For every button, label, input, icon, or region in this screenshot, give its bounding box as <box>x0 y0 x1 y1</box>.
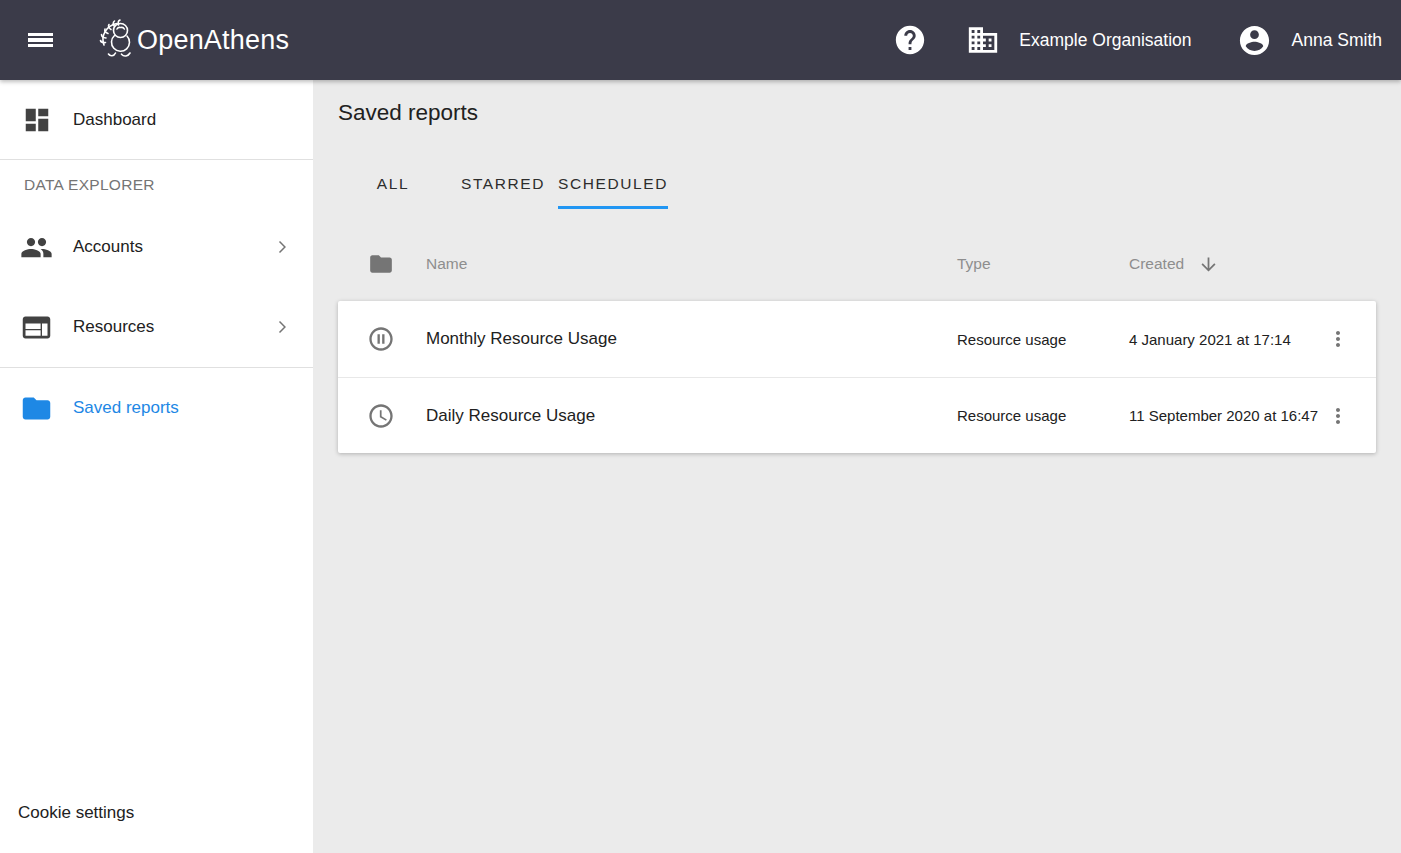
app-bar: OpenAthens Example Organisation Anna Smi… <box>0 0 1401 80</box>
tab-all[interactable]: ALL <box>338 161 448 209</box>
help-icon[interactable] <box>893 23 927 57</box>
column-header-created[interactable]: Created <box>1129 254 1299 275</box>
sidebar-item-label: Resources <box>73 317 154 337</box>
resources-icon <box>20 311 53 344</box>
pause-circle-icon <box>367 325 395 353</box>
sidebar-item-resources[interactable]: Resources <box>0 287 313 367</box>
more-options-icon[interactable] <box>1326 404 1350 428</box>
sidebar-item-label: Dashboard <box>73 110 156 130</box>
organisation-switcher[interactable]: Example Organisation <box>966 23 1191 57</box>
organisation-icon <box>966 23 1000 57</box>
dashboard-icon <box>22 105 52 135</box>
organisation-name: Example Organisation <box>1019 30 1191 51</box>
report-row[interactable]: Monthly Resource Usage Resource usage 4 … <box>338 301 1376 377</box>
sidebar-item-saved-reports[interactable]: Saved reports <box>0 368 313 448</box>
sidebar-section-label: DATA EXPLORER <box>0 160 313 207</box>
chevron-right-icon <box>272 317 292 337</box>
accounts-icon <box>20 231 53 264</box>
sidebar: Dashboard DATA EXPLORER Accounts Resourc… <box>0 80 313 853</box>
user-menu[interactable]: Anna Smith <box>1237 23 1382 58</box>
column-header-type[interactable]: Type <box>957 255 1129 273</box>
cookie-settings-link[interactable]: Cookie settings <box>18 803 134 823</box>
tab-scheduled[interactable]: SCHEDULED <box>558 161 668 209</box>
tab-starred[interactable]: STARRED <box>448 161 558 209</box>
chevron-right-icon <box>272 237 292 257</box>
page-title: Saved reports <box>338 98 1376 128</box>
hamburger-menu-icon[interactable] <box>28 33 53 47</box>
user-name: Anna Smith <box>1292 30 1382 51</box>
reports-list: Monthly Resource Usage Resource usage 4 … <box>338 301 1376 453</box>
sidebar-item-label: Saved reports <box>73 398 179 418</box>
folder-icon <box>20 392 53 425</box>
openathens-owl-icon <box>95 16 135 64</box>
report-created: 4 January 2021 at 17:14 <box>1129 331 1299 348</box>
table-header: Name Type Created <box>338 209 1376 301</box>
main-content: Saved reports ALL STARRED SCHEDULED Name… <box>313 80 1401 853</box>
clock-icon <box>367 402 395 430</box>
sidebar-item-label: Accounts <box>73 237 143 257</box>
report-type: Resource usage <box>957 407 1129 424</box>
openathens-logo: OpenAthens <box>95 16 289 64</box>
more-options-icon[interactable] <box>1326 327 1350 351</box>
sidebar-item-accounts[interactable]: Accounts <box>0 207 313 287</box>
user-avatar-icon <box>1237 23 1272 58</box>
tabs: ALL STARRED SCHEDULED <box>338 161 1376 209</box>
column-header-name[interactable]: Name <box>426 255 957 273</box>
brand-name: OpenAthens <box>137 25 289 56</box>
report-name: Monthly Resource Usage <box>426 329 957 349</box>
sidebar-item-dashboard[interactable]: Dashboard <box>0 80 313 159</box>
sort-desc-icon <box>1198 254 1219 275</box>
report-type: Resource usage <box>957 331 1129 348</box>
folder-icon <box>368 251 394 277</box>
report-created: 11 September 2020 at 16:47 <box>1129 407 1299 424</box>
report-row[interactable]: Daily Resource Usage Resource usage 11 S… <box>338 377 1376 453</box>
report-name: Daily Resource Usage <box>426 406 957 426</box>
